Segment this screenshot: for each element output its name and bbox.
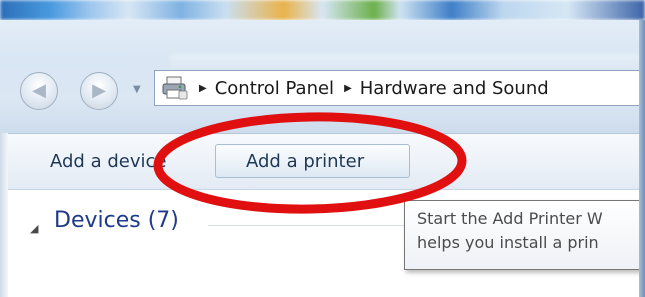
back-button[interactable]: ◀ <box>20 72 58 110</box>
collapse-triangle-icon[interactable]: ◢ <box>30 222 38 235</box>
address-bar[interactable]: ▶ Control Panel ▶ Hardware and Sound <box>154 70 645 106</box>
window-border <box>639 20 645 297</box>
forward-button[interactable]: ▶ <box>80 72 118 110</box>
navigation-pane-edge <box>0 133 8 297</box>
add-printer-tooltip: Start the Add Printer W helps you instal… <box>404 200 645 270</box>
breadcrumb-separator-icon[interactable]: ▶ <box>199 83 207 94</box>
breadcrumb-hardware-and-sound[interactable]: Hardware and Sound <box>360 78 549 99</box>
desktop-background-strip <box>0 0 645 20</box>
tooltip-line-1: Start the Add Printer W <box>417 209 603 228</box>
recent-pages-button[interactable]: ▼ <box>133 84 141 95</box>
back-arrow-icon: ◀ <box>32 80 46 101</box>
breadcrumb-separator-icon[interactable]: ▶ <box>344 83 352 94</box>
printer-icon <box>161 75 189 101</box>
command-bar: Add a device Add a printer <box>0 133 645 190</box>
forward-arrow-icon: ▶ <box>92 80 106 101</box>
breadcrumb-control-panel[interactable]: Control Panel <box>215 78 334 99</box>
chevron-down-icon: ▼ <box>133 84 141 95</box>
add-device-button[interactable]: Add a device <box>50 144 210 178</box>
add-printer-button[interactable]: Add a printer <box>215 144 410 178</box>
tooltip-line-2: helps you install a prin <box>417 233 599 252</box>
group-divider <box>208 225 418 226</box>
devices-group-header[interactable]: Devices (7) <box>54 208 179 233</box>
